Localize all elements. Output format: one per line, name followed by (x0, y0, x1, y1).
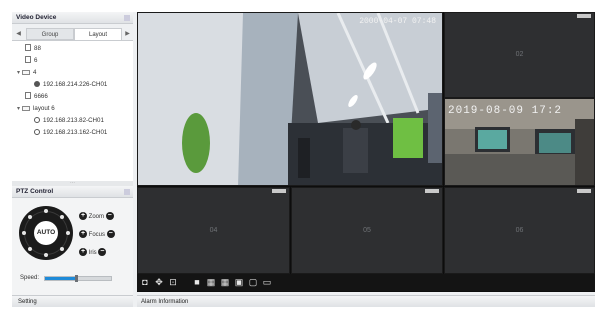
document-icon (25, 92, 31, 99)
up-left-arrow-icon[interactable] (28, 215, 32, 219)
ptz-title: PTZ Control (16, 188, 54, 195)
panel-title: Video Device (16, 14, 57, 21)
video-cell-06[interactable]: 06 (444, 187, 595, 274)
cell-status-tag (577, 14, 591, 18)
ptz-direction-pad[interactable]: AUTO (19, 206, 73, 260)
focus-control: + Focus − (79, 230, 115, 240)
focus-out-button[interactable]: − (106, 230, 115, 239)
focus-in-button[interactable]: + (79, 230, 87, 239)
tree-item[interactable]: 6 (25, 56, 37, 66)
speed-slider-fill (45, 277, 75, 280)
up-right-arrow-icon[interactable] (60, 215, 64, 219)
video-timestamp: 2019-08-09 17:2 (448, 105, 563, 117)
auto-button[interactable]: AUTO (34, 221, 58, 245)
iris-open-button[interactable]: + (79, 248, 87, 257)
tree-item[interactable]: 192.168.214.226-CH01 (34, 80, 107, 90)
left-arrow-icon[interactable] (22, 231, 26, 235)
zoom-in-button[interactable]: + (79, 212, 87, 221)
tab-layout[interactable]: Layout (74, 28, 122, 40)
tab-right-arrow-icon[interactable]: ▶ (124, 30, 131, 38)
video-toolbar: ◘ ✥ ⊡ ■ ▦ ▦ ▣ ▢ ▭ (137, 274, 595, 291)
cell-status-tag (272, 189, 286, 193)
layout-1-icon[interactable]: ■ (192, 277, 202, 287)
ptz-header: PTZ Control (12, 186, 133, 198)
ptz-icon[interactable]: ✥ (154, 277, 164, 287)
tree-item[interactable]: 6666 (25, 92, 48, 102)
zoom-out-button[interactable]: − (105, 212, 114, 221)
device-tabs: ◀ Group Layout ▶ (12, 28, 133, 40)
tree-item[interactable]: 88 (25, 44, 41, 54)
tab-group[interactable]: Group (26, 28, 74, 40)
video-device-header: Video Device (12, 12, 133, 24)
office-camera-feed (138, 13, 442, 185)
video-cell-04[interactable]: 04 (137, 187, 290, 274)
ptz-control-panel: AUTO + Zoom − + Focus − + Iris − Speed: (12, 198, 133, 302)
speed-label: Speed: (20, 275, 40, 281)
zoom-control: + Zoom − (79, 212, 114, 222)
device-tree: 88 6 ▾ 4 192.168.214.226-CH01 6666 ▾ layou… (12, 40, 133, 181)
video-cell-03[interactable]: 2019-08-09 17:2 (444, 98, 595, 186)
document-icon (25, 56, 31, 63)
up-arrow-icon[interactable] (44, 209, 48, 213)
speed-slider[interactable] (44, 275, 112, 282)
app-window: Video Device ◀ Group Layout ▶ 88 6 ▾ 4 19… (12, 12, 595, 307)
right-arrow-icon[interactable] (66, 231, 70, 235)
down-arrow-icon[interactable] (44, 253, 48, 257)
layout-4-icon[interactable]: ▦ (206, 277, 216, 287)
speed-slider-handle[interactable] (75, 275, 78, 282)
tree-item[interactable]: 192.168.213.162-CH01 (34, 128, 107, 138)
iris-label: Iris (88, 250, 97, 256)
layout-custom-icon[interactable]: ▢ (248, 277, 258, 287)
down-left-arrow-icon[interactable] (28, 247, 32, 251)
fullscreen-icon[interactable]: ▭ (262, 277, 272, 287)
video-grid: 2000-04-07 07:48 02 2019-08-09 17:2 04 0… (137, 12, 595, 292)
cell-number: 04 (209, 226, 218, 234)
camera-icon (34, 81, 40, 87)
cell-number: 05 (363, 226, 371, 234)
collapse-icon[interactable] (124, 189, 130, 195)
tree-item[interactable]: ▾ 4 (17, 68, 36, 78)
tree-item[interactable]: 192.168.213.82-CH01 (34, 116, 104, 126)
left-panel: Video Device ◀ Group Layout ▶ 88 6 ▾ 4 19… (12, 12, 133, 307)
camera-icon[interactable]: ◘ (140, 277, 150, 287)
iris-control: + Iris − (79, 248, 107, 258)
collapse-icon[interactable] (124, 15, 130, 21)
cell-number: 06 (515, 226, 524, 234)
video-timestamp: 2000-04-07 07:48 (359, 17, 436, 26)
setting-bar[interactable]: Setting (12, 295, 133, 307)
layout-9-icon[interactable]: ▦ (220, 277, 230, 287)
zoom-label: Zoom (88, 214, 105, 220)
document-icon (25, 44, 31, 51)
tab-left-arrow-icon[interactable]: ◀ (15, 30, 22, 38)
cell-status-tag (577, 189, 591, 193)
down-right-arrow-icon[interactable] (60, 247, 64, 251)
video-cell-01[interactable]: 2000-04-07 07:48 (137, 12, 443, 186)
iris-close-button[interactable]: − (98, 248, 107, 257)
record-icon[interactable]: ⊡ (168, 277, 178, 287)
tree-item[interactable]: ▾ layout 6 (17, 104, 55, 114)
cell-status-tag (425, 189, 439, 193)
cell-number: 02 (515, 51, 524, 58)
folder-icon (22, 106, 30, 111)
video-cell-05[interactable]: 05 (291, 187, 443, 274)
video-cell-02[interactable]: 02 (444, 12, 595, 98)
clock-icon (34, 117, 40, 123)
focus-label: Focus (88, 232, 106, 238)
folder-icon (22, 70, 30, 75)
layout-16-icon[interactable]: ▣ (234, 277, 244, 287)
clock-icon (34, 129, 40, 135)
alarm-information-bar[interactable]: Alarm Information (137, 295, 595, 307)
